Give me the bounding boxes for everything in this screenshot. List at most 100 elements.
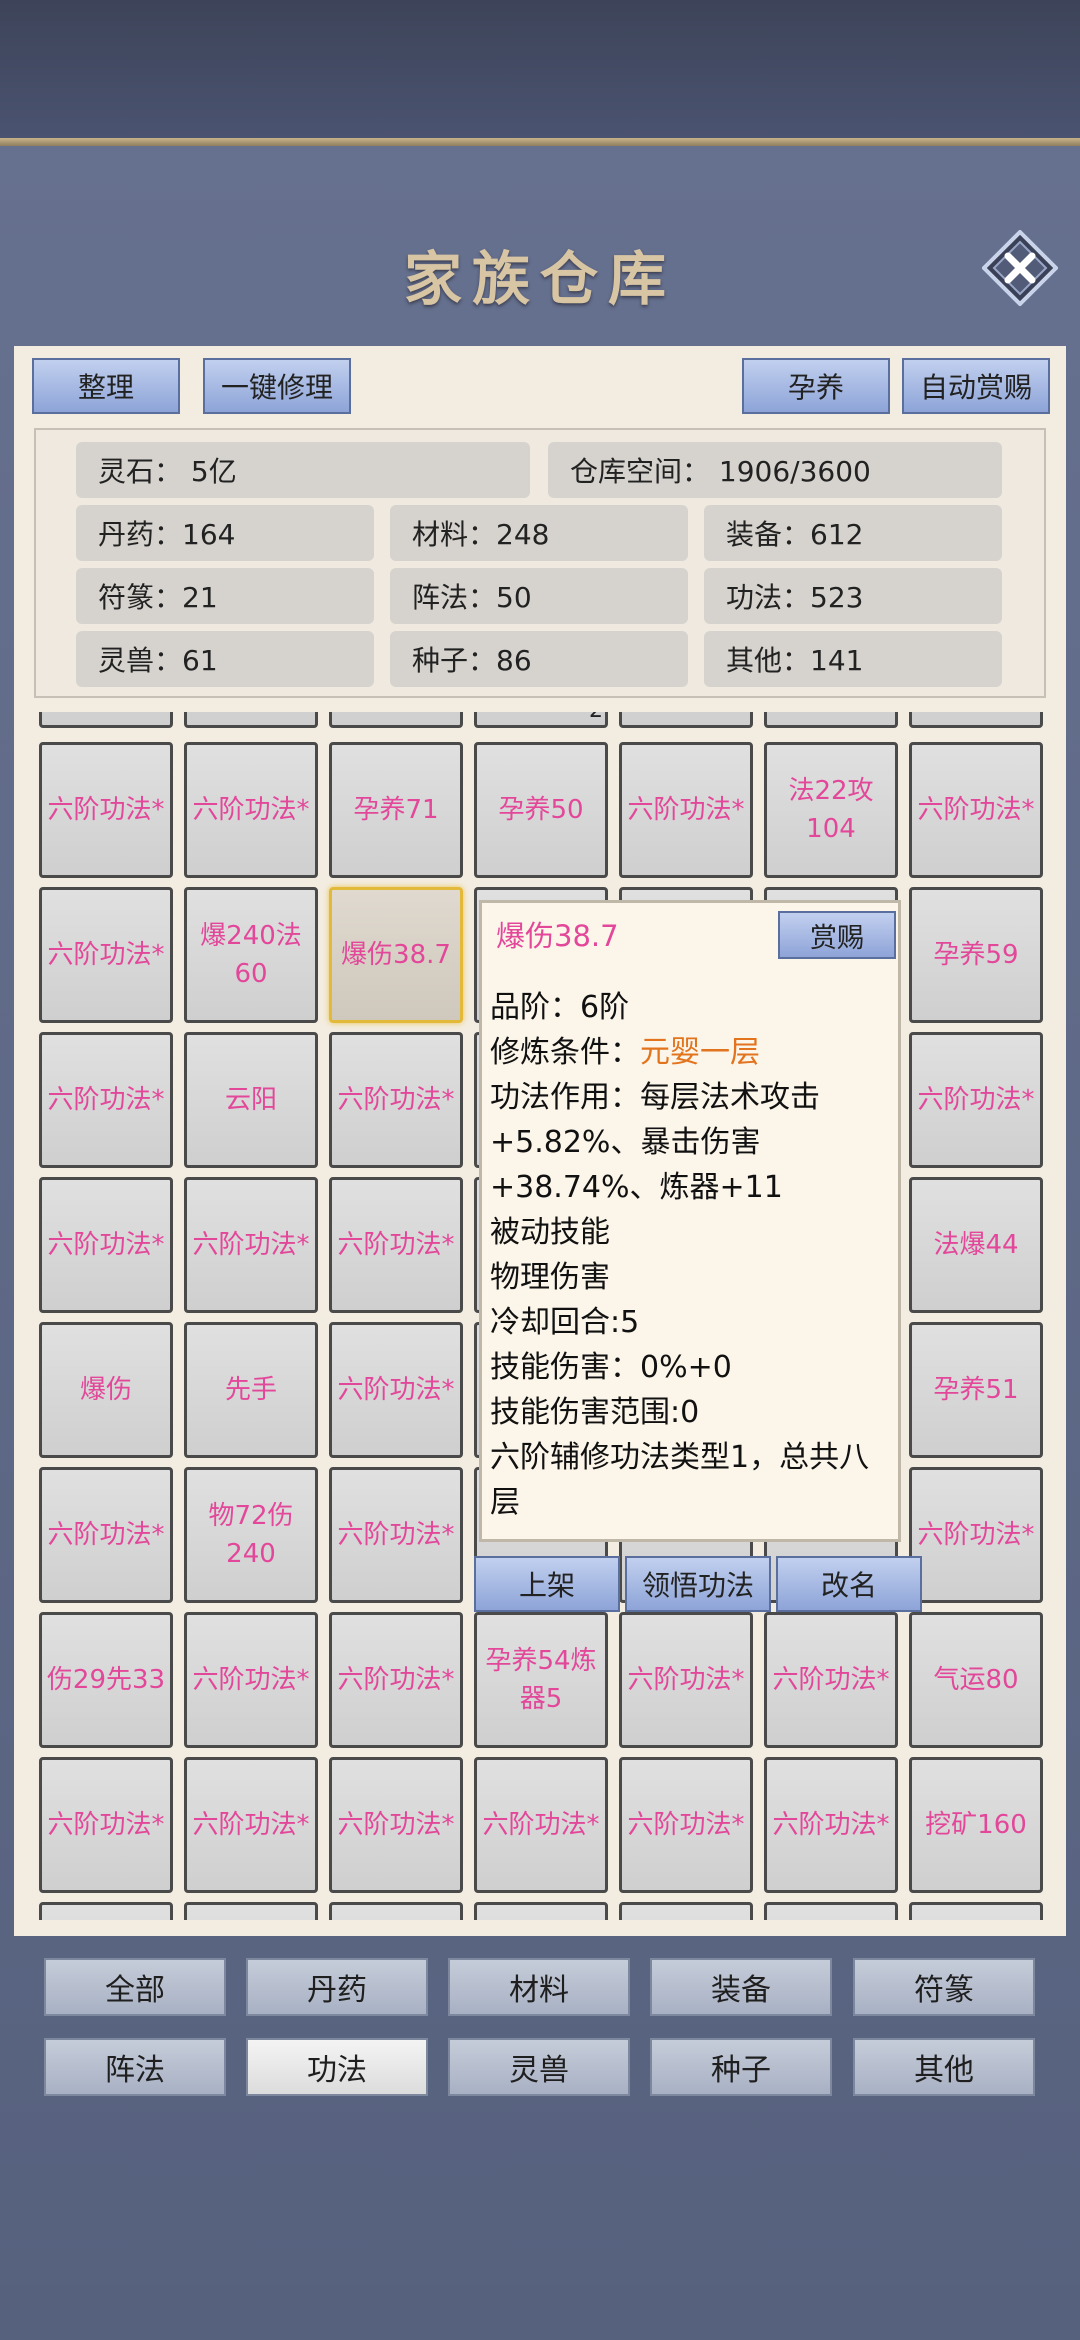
grid-cell[interactable]	[474, 1902, 608, 1920]
grid-cell[interactable]	[764, 1902, 898, 1920]
filter-talismans[interactable]: 符篆	[853, 1958, 1035, 2016]
grid-cell[interactable]: 法爆44	[909, 1177, 1043, 1313]
grid-cell[interactable]	[909, 712, 1043, 728]
others-stat: 其他：141	[704, 631, 1002, 687]
grid-cell[interactable]: 六阶功法*	[619, 742, 753, 878]
formations-stat: 阵法：50	[390, 568, 688, 624]
filter-seeds[interactable]: 种子	[650, 2038, 832, 2096]
grid-cell[interactable]	[764, 712, 898, 728]
grid-cell[interactable]: 六阶功法*	[764, 1757, 898, 1893]
grid-cell[interactable]: 物72伤240	[184, 1467, 318, 1603]
grid-cell[interactable]: 六阶功法*	[39, 887, 173, 1023]
grid-cell[interactable]: 爆伤	[39, 1322, 173, 1458]
grid-cell[interactable]: 法22攻104	[764, 742, 898, 878]
grid-cell[interactable]: 六阶功法*	[329, 1032, 463, 1168]
grid-cell[interactable]: 孕养71	[329, 742, 463, 878]
filter-others[interactable]: 其他	[853, 2038, 1035, 2096]
grid-cell-selected[interactable]: 爆伤38.7	[329, 887, 463, 1023]
grid-cell[interactable]: 六阶功法*	[619, 1757, 753, 1893]
grid-cell[interactable]: 六阶功法*	[909, 1032, 1043, 1168]
filter-techniques[interactable]: 功法	[246, 2038, 428, 2096]
gold-border	[0, 138, 1080, 146]
comprehend-button[interactable]: 领悟功法	[625, 1556, 771, 1612]
filter-all[interactable]: 全部	[44, 1958, 226, 2016]
grid-cell[interactable]: 六阶功法*	[39, 1177, 173, 1313]
item-description: 六阶辅修功法类型1，总共八层	[490, 1440, 870, 1520]
grid-cell[interactable]: 六阶功法*	[909, 1467, 1043, 1603]
filter-materials[interactable]: 材料	[448, 1958, 630, 2016]
requirement-value: 元婴一层	[640, 1035, 760, 1070]
grid-cell[interactable]: 孕养54炼器5	[474, 1612, 608, 1748]
grid-cell[interactable]: 六阶功法*	[39, 742, 173, 878]
rename-button[interactable]: 改名	[776, 1556, 922, 1612]
grid-cell[interactable]	[184, 1902, 318, 1920]
item-grade: 品阶：6阶	[490, 990, 630, 1025]
auto-reward-button[interactable]: 自动赏赐	[902, 358, 1050, 414]
close-icon[interactable]	[982, 230, 1058, 306]
filter-beasts[interactable]: 灵兽	[448, 2038, 630, 2096]
equipment-stat: 装备：612	[704, 505, 1002, 561]
grid-cell[interactable]: 气运80	[909, 1612, 1043, 1748]
grid-cell[interactable]: 六阶功法*	[184, 742, 318, 878]
filter-equipment[interactable]: 装备	[650, 1958, 832, 2016]
grid-cell[interactable]: 爆240法60	[184, 887, 318, 1023]
grid-cell[interactable]: 六阶功法*	[764, 1612, 898, 1748]
grid-cell[interactable]: 六阶功法*	[39, 1757, 173, 1893]
grid-cell[interactable]	[184, 712, 318, 728]
grid-cell[interactable]: 六阶功法*	[329, 1177, 463, 1313]
grid-cell[interactable]: 六阶功法*	[39, 1032, 173, 1168]
beasts-stat: 灵兽：61	[76, 631, 374, 687]
reward-button[interactable]: 赏赐	[778, 911, 896, 959]
materials-stat: 材料：248	[390, 505, 688, 561]
item-details: 品阶：6阶 修炼条件：元婴一层 功法作用：每层法术攻击+5.82%、暴击伤害+3…	[490, 985, 890, 1525]
grid-cell[interactable]: 六阶功法*	[329, 1612, 463, 1748]
shelve-button[interactable]: 上架	[474, 1556, 620, 1612]
item-passive: 被动技能	[490, 1215, 610, 1250]
grid-cell[interactable]	[329, 712, 463, 728]
grid-cell[interactable]: 伤29先33	[39, 1612, 173, 1748]
grid-cell[interactable]: 云阳	[184, 1032, 318, 1168]
grid-cell[interactable]: 六阶功法*	[474, 1757, 608, 1893]
grid-cell[interactable]	[619, 1902, 753, 1920]
grid-cell[interactable]	[39, 1902, 173, 1920]
item-damage-type: 物理伤害	[490, 1260, 610, 1295]
grid-cell[interactable]: 2	[474, 712, 608, 728]
grid-cell[interactable]: 孕养51	[909, 1322, 1043, 1458]
item-cooldown: 冷却回合:5	[490, 1305, 640, 1340]
item-name: 爆伤38.7	[496, 919, 619, 953]
grid-cell[interactable]	[39, 712, 173, 728]
capacity-stat: 仓库空间： 1906/3600	[548, 442, 1002, 498]
sort-button[interactable]: 整理	[32, 358, 180, 414]
pills-stat: 丹药：164	[76, 505, 374, 561]
grid-cell[interactable]: 六阶功法*	[329, 1467, 463, 1603]
requirement-label: 修炼条件：	[490, 1035, 640, 1070]
grid-cell[interactable]	[619, 712, 753, 728]
grid-cell[interactable]: 六阶功法*	[39, 1467, 173, 1603]
item-skill-damage: 技能伤害：0%+0	[490, 1350, 732, 1385]
grid-cell[interactable]: 孕养50	[474, 742, 608, 878]
nurture-button[interactable]: 孕养	[742, 358, 890, 414]
item-detail-popup: 爆伤38.7 赏赐 品阶：6阶 修炼条件：元婴一层 功法作用：每层法术攻击+5.…	[479, 900, 901, 1542]
seeds-stat: 种子：86	[390, 631, 688, 687]
grid-cell[interactable]: 六阶功法*	[329, 1757, 463, 1893]
grid-cell[interactable]: 六阶功法*	[909, 742, 1043, 878]
talismans-stat: 符篆：21	[76, 568, 374, 624]
item-effect: 功法作用：每层法术攻击+5.82%、暴击伤害+38.74%、炼器+11	[490, 1080, 820, 1205]
grid-cell[interactable]: 六阶功法*	[329, 1322, 463, 1458]
spirit-stone-stat: 灵石： 5亿	[76, 442, 530, 498]
grid-cell[interactable]: 孕养59	[909, 887, 1043, 1023]
filter-pills[interactable]: 丹药	[246, 1958, 428, 2016]
grid-cell[interactable]: 六阶功法*	[619, 1612, 753, 1748]
repair-all-button[interactable]: 一键修理	[203, 358, 351, 414]
grid-cell[interactable]	[329, 1902, 463, 1920]
top-band	[0, 0, 1080, 138]
filter-formations[interactable]: 阵法	[44, 2038, 226, 2096]
grid-cell[interactable]	[909, 1902, 1043, 1920]
grid-cell[interactable]: 六阶功法*	[184, 1612, 318, 1748]
grid-cell[interactable]: 先手	[184, 1322, 318, 1458]
grid-cell[interactable]: 六阶功法*	[184, 1177, 318, 1313]
page-title: 家族仓库	[403, 245, 676, 313]
grid-cell[interactable]: 挖矿160	[909, 1757, 1043, 1893]
item-requirement: 修炼条件：元婴一层	[490, 1030, 890, 1075]
grid-cell[interactable]: 六阶功法*	[184, 1757, 318, 1893]
